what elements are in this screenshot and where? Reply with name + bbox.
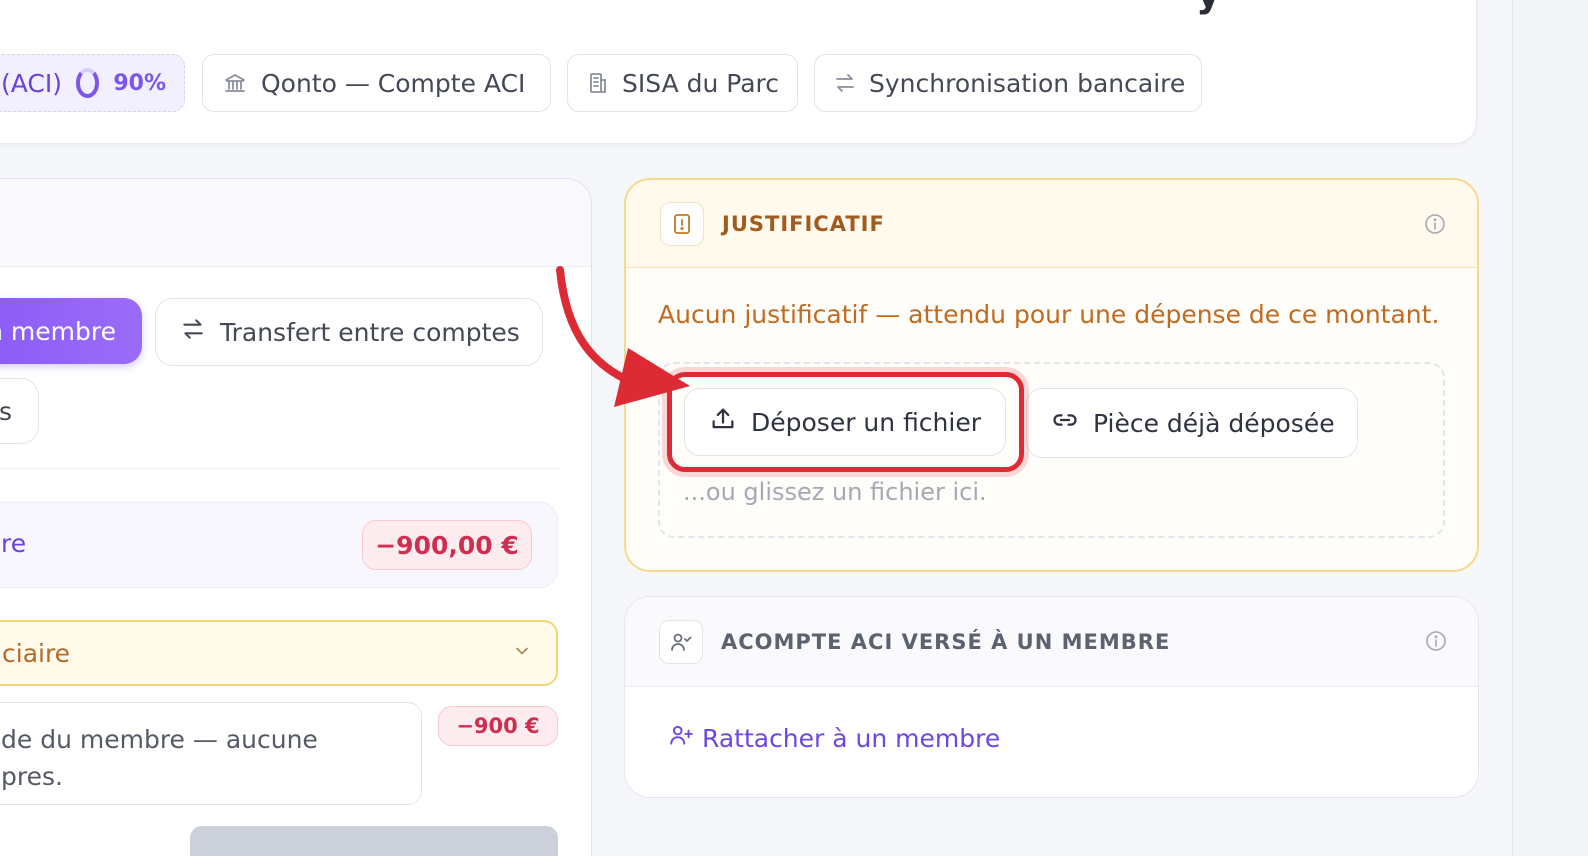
sync-arrows-icon [833, 69, 857, 97]
annotation-highlight-box [667, 372, 1024, 472]
chip-aci-label: (ACI) [1, 68, 62, 98]
info-icon[interactable] [1423, 212, 1447, 236]
chip-organization[interactable]: SISA du Parc [567, 54, 798, 112]
note-field[interactable]: de du membre — aucune pres. [0, 702, 422, 805]
transfer-arrows-icon [180, 316, 206, 348]
type-transfer-button[interactable]: Transfert entre comptes [155, 298, 543, 366]
chip-bank-sync[interactable]: Synchronisation bancaire [814, 54, 1202, 112]
link-icon [1051, 406, 1079, 440]
chip-bank-account[interactable]: Qonto — Compte ACI [202, 54, 551, 112]
justificatif-header: JUSTIFICATIF [626, 180, 1477, 268]
chip-aci-percent: 90% [113, 70, 166, 96]
justificatif-missing-message: Aucun justificatif — attendu pour une dé… [658, 300, 1440, 329]
justificatif-title: JUSTIFICATIF [722, 211, 885, 236]
type-other-label: s [0, 396, 12, 426]
chip-sync-label: Synchronisation bancaire [869, 68, 1186, 98]
transaction-panel-header [0, 179, 591, 267]
category-select[interactable]: ciaire [0, 620, 558, 686]
chip-organization-label: SISA du Parc [622, 68, 780, 98]
panel-divider [0, 468, 560, 469]
progress-ring-icon [76, 68, 100, 98]
amount-row-label: re [1, 529, 27, 558]
document-alert-icon [660, 201, 704, 246]
page-title-fragment: y [1196, 0, 1236, 12]
annotation-arrow-icon [556, 266, 690, 407]
attach-member-label: Rattacher à un membre [702, 723, 1001, 753]
building-icon [586, 69, 610, 97]
type-member-button[interactable]: n membre [0, 298, 142, 364]
type-other-button[interactable]: s [0, 378, 39, 444]
user-check-icon [659, 619, 703, 664]
type-transfer-label: Transfert entre comptes [220, 317, 520, 347]
category-select-value: ciaire [2, 638, 71, 668]
acompte-title: ACOMPTE ACI VERSÉ À UN MEMBRE [721, 629, 1171, 654]
info-icon[interactable] [1424, 629, 1448, 653]
drop-hint-text: ...ou glissez un fichier ici. [683, 478, 987, 506]
type-member-label: n membre [0, 316, 116, 346]
existing-document-button[interactable]: Pièce déjà déposée [1026, 388, 1358, 458]
amount-badge: −900,00 € [362, 520, 532, 570]
existing-document-label: Pièce déjà déposée [1093, 408, 1335, 438]
acompte-card: ACOMPTE ACI VERSÉ À UN MEMBRE [624, 596, 1479, 798]
disabled-action-button[interactable] [190, 826, 558, 856]
note-line-2: pres. [1, 762, 63, 791]
bank-icon [221, 69, 249, 97]
right-scroll-area [1512, 0, 1588, 856]
note-line-1: de du membre — aucune [1, 725, 318, 754]
small-amount-badge: −900 € [438, 706, 558, 746]
chip-aci-progress[interactable]: (ACI) 90% [0, 54, 185, 112]
chip-bank-label: Qonto — Compte ACI [261, 68, 526, 98]
user-plus-icon [668, 722, 694, 754]
chevron-down-icon [512, 641, 532, 666]
acompte-header: ACOMPTE ACI VERSÉ À UN MEMBRE [625, 597, 1478, 687]
attach-member-link[interactable]: Rattacher à un membre [668, 722, 1000, 754]
